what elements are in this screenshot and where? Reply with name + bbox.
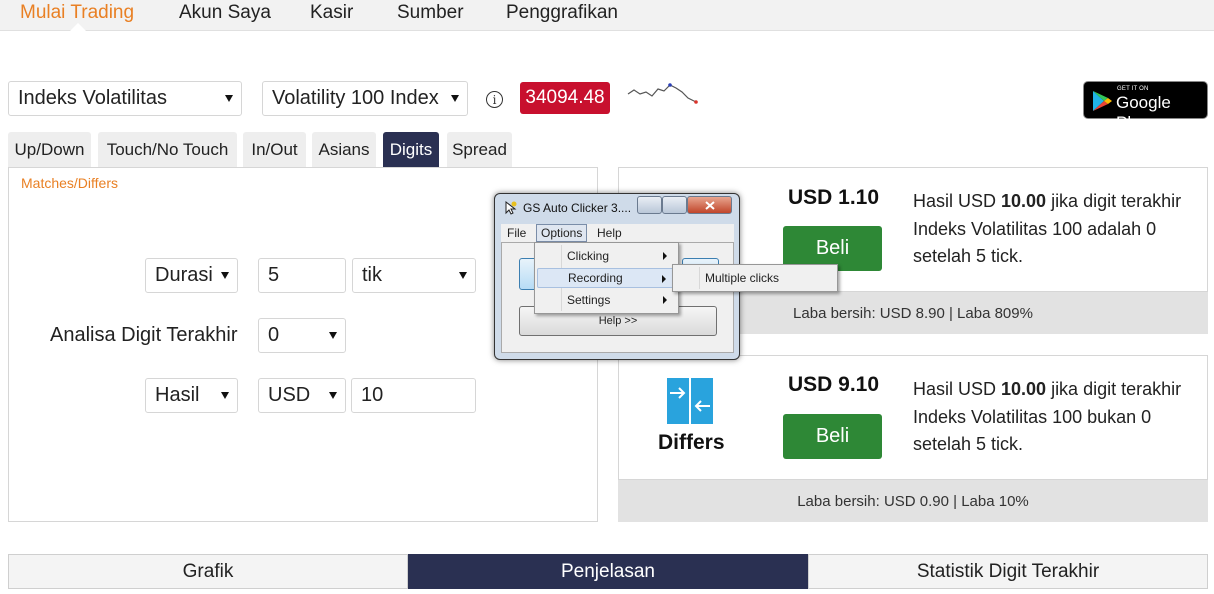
differs-description: Hasil USD 10.00 jika digit terakhir Inde…: [913, 379, 1182, 454]
digit-select[interactable]: 0: [258, 318, 346, 353]
nav-akun-saya[interactable]: Akun Saya: [179, 2, 271, 24]
chevron-down-icon: [221, 271, 229, 279]
menu-item-settings-label: Settings: [567, 293, 611, 307]
nav-kasir[interactable]: Kasir: [310, 2, 353, 24]
badge-small-text: GET IT ON: [1117, 86, 1149, 92]
chevron-right-icon: [663, 296, 667, 304]
digit-value: 0: [268, 324, 280, 346]
menu-item-recording[interactable]: Recording: [537, 268, 676, 288]
menu-item-multiple-clicks-label: Multiple clicks: [705, 271, 780, 285]
tab-grafik[interactable]: Grafik: [8, 554, 408, 589]
sparkline-icon: [627, 83, 698, 104]
duration-type-value: Durasi: [155, 264, 213, 286]
chevron-down-icon: [329, 391, 337, 399]
price-badge: 34094.48: [520, 82, 610, 114]
chevron-right-icon: [662, 275, 666, 283]
chevron-right-icon: [663, 252, 667, 260]
minimize-button[interactable]: [637, 196, 662, 214]
digit-label: Analisa Digit Terakhir: [50, 324, 238, 346]
menu-item-clicking-label: Clicking: [567, 249, 610, 263]
close-button[interactable]: [687, 196, 732, 214]
menu-item-clicking[interactable]: Clicking: [537, 246, 676, 266]
nav-mulai-trading[interactable]: Mulai Trading: [20, 2, 134, 24]
currency-value: USD: [268, 384, 311, 406]
tab-asians[interactable]: Asians: [312, 132, 376, 168]
matches-price: USD 1.10: [788, 186, 880, 209]
window-menubar: File Options Help: [501, 224, 734, 242]
menu-item-settings[interactable]: Settings: [537, 290, 676, 310]
menu-item-multiple-clicks[interactable]: Multiple clicks: [675, 268, 835, 288]
duration-unit-value: tik: [362, 264, 382, 286]
menu-file[interactable]: File: [503, 225, 530, 241]
duration-type-select[interactable]: Durasi: [145, 258, 238, 293]
differs-price: USD 9.10: [788, 373, 880, 396]
duration-value: 5: [268, 264, 280, 286]
matches-description: Hasil USD 10.00 jika digit terakhir Inde…: [913, 191, 1182, 266]
menu-help[interactable]: Help: [593, 225, 626, 241]
nav-penggrafikan[interactable]: Penggrafikan: [506, 2, 618, 24]
chevron-down-icon: [451, 94, 459, 102]
options-menu: Clicking Recording Settings: [534, 242, 679, 314]
differs-buy-button[interactable]: Beli: [783, 414, 882, 459]
chevron-down-icon: [225, 94, 233, 102]
chevron-down-icon: [221, 391, 229, 399]
top-nav: Mulai Trading Akun Saya Kasir Sumber Pen…: [0, 0, 1214, 31]
chevron-down-icon: [329, 331, 337, 339]
tab-up-down[interactable]: Up/Down: [8, 132, 91, 168]
payout-type-select[interactable]: Hasil: [145, 378, 238, 413]
google-play-icon: [1093, 91, 1112, 111]
tab-touch-no-touch[interactable]: Touch/No Touch: [98, 132, 237, 168]
market-symbol-select[interactable]: Volatility 100 Index: [262, 81, 468, 116]
amount-input[interactable]: 10: [351, 378, 476, 413]
tab-spread[interactable]: Spread: [447, 132, 512, 168]
differs-icon: [667, 378, 713, 424]
app-cursor-icon: [505, 201, 517, 215]
tab-in-out[interactable]: In/Out: [243, 132, 306, 168]
market-category-value: Indeks Volatilitas: [18, 87, 167, 109]
duration-input[interactable]: 5: [258, 258, 346, 293]
menu-item-recording-label: Recording: [568, 271, 623, 285]
differs-title: Differs: [658, 431, 725, 454]
recording-submenu: Multiple clicks: [672, 264, 838, 292]
differs-profit-footer: Laba bersih: USD 0.90 | Laba 10%: [618, 480, 1208, 522]
close-icon: [705, 201, 715, 210]
payout-type-value: Hasil: [155, 384, 200, 406]
badge-big-text: Google Play: [1116, 93, 1171, 132]
info-icon[interactable]: i: [486, 91, 503, 108]
tab-penjelasan[interactable]: Penjelasan: [408, 554, 808, 589]
chevron-down-icon: [459, 271, 467, 279]
menu-options[interactable]: Options: [536, 224, 588, 242]
window-title: GS Auto Clicker 3....: [523, 201, 632, 215]
google-play-badge[interactable]: GET IT ON Google Play: [1083, 81, 1208, 132]
tab-statistik[interactable]: Statistik Digit Terakhir: [808, 554, 1208, 589]
market-category-select[interactable]: Indeks Volatilitas: [8, 81, 242, 116]
market-symbol-value: Volatility 100 Index: [272, 87, 439, 109]
amount-value: 10: [361, 384, 384, 406]
active-nav-pointer: [70, 23, 86, 31]
maximize-button[interactable]: [662, 196, 687, 214]
contract-subtitle: Matches/Differs: [21, 175, 118, 191]
currency-select[interactable]: USD: [258, 378, 346, 413]
duration-unit-select[interactable]: tik: [352, 258, 476, 293]
tab-digits[interactable]: Digits: [383, 132, 439, 168]
nav-sumber[interactable]: Sumber: [397, 2, 464, 24]
